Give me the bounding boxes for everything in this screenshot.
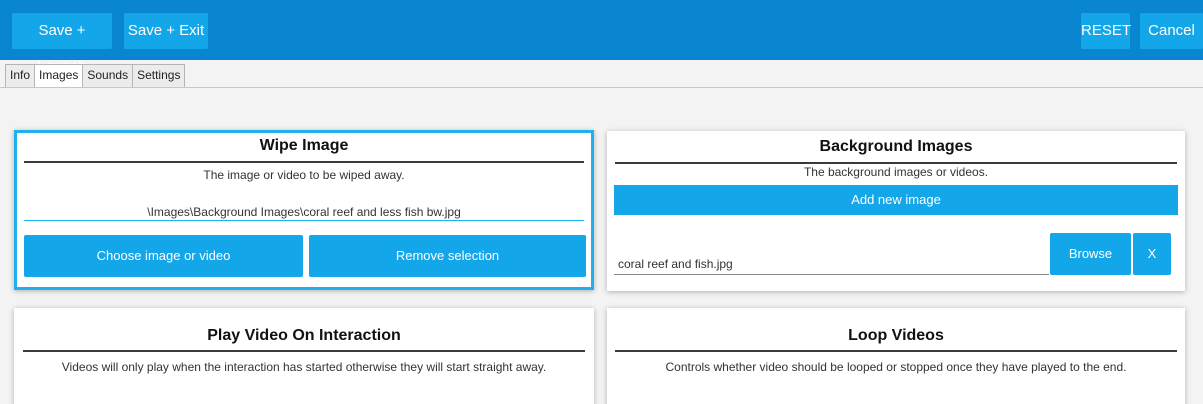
remove-selection-button[interactable]: Remove selection <box>309 235 586 277</box>
add-new-image-button[interactable]: Add new image <box>614 185 1178 215</box>
wipe-image-title: Wipe Image <box>259 137 349 154</box>
reset-button[interactable]: RESET <box>1081 13 1131 49</box>
cancel-button[interactable]: Cancel <box>1140 13 1203 49</box>
background-images-card: Background Images The background images … <box>607 131 1185 291</box>
title-divider <box>615 350 1177 352</box>
title-divider <box>615 162 1177 164</box>
loop-videos-title: Loop Videos <box>848 327 944 344</box>
save-exit-button[interactable]: Save + Exit <box>124 13 208 49</box>
browse-button[interactable]: Browse <box>1050 233 1131 275</box>
title-divider <box>23 350 585 352</box>
tab-bar: Info Images Sounds Settings <box>5 64 186 88</box>
choose-image-button[interactable]: Choose image or video <box>24 235 303 277</box>
background-images-description: The background images or videos. <box>803 165 989 179</box>
background-images-title: Background Images <box>819 138 973 155</box>
tab-sounds[interactable]: Sounds <box>82 64 134 88</box>
save-launch-button[interactable]: Save + Launch <box>12 13 112 75</box>
play-video-card: Play Video On Interaction Videos will on… <box>14 308 594 404</box>
loop-videos-card: Loop Videos Controls whether video shoul… <box>607 308 1185 404</box>
loop-videos-description: Controls whether video should be looped … <box>665 360 1127 374</box>
title-divider <box>24 161 584 163</box>
wipe-image-card[interactable]: Wipe Image The image or video to be wipe… <box>14 130 594 290</box>
path-underline <box>24 220 584 221</box>
wipe-image-path: \Images\Background Images\coral reef and… <box>147 205 461 219</box>
tab-divider <box>0 87 1203 88</box>
play-video-description: Videos will only play when the interacti… <box>61 360 547 374</box>
tab-settings[interactable]: Settings <box>132 64 186 88</box>
wipe-image-description: The image or video to be wiped away. <box>203 168 405 182</box>
background-image-filename-field[interactable]: coral reef and fish.jpg <box>614 253 1049 275</box>
tab-images[interactable]: Images <box>34 64 84 88</box>
tab-info[interactable]: Info <box>5 64 36 88</box>
remove-image-button[interactable]: X <box>1133 233 1171 275</box>
top-toolbar: Save + Launch Save + Exit RESET Cancel <box>0 0 1203 75</box>
play-video-title: Play Video On Interaction <box>207 327 401 344</box>
